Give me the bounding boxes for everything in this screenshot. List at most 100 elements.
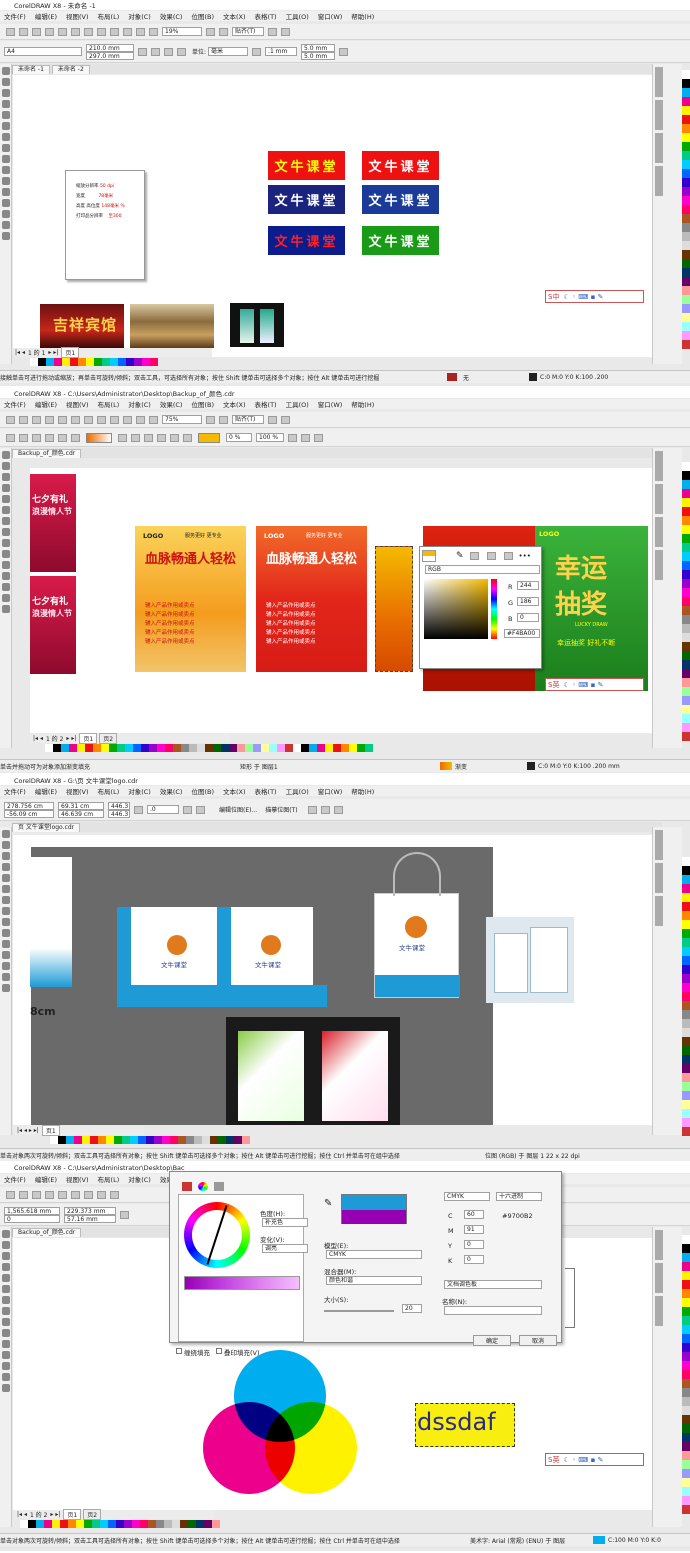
palette-swatch[interactable] [221,744,229,752]
palette-swatch[interactable] [682,205,690,214]
palette-swatch[interactable] [682,1307,690,1316]
tab-doc[interactable]: Backup_of_颜色.cdr [12,1228,82,1237]
palette-swatch[interactable] [54,358,62,366]
palette-swatch[interactable] [682,1235,690,1244]
menu-item[interactable]: 文本(X) [223,11,246,21]
palette-swatch[interactable] [682,313,690,322]
import-icon[interactable] [136,415,145,424]
ellipse-tool-icon[interactable] [2,528,10,536]
palette-swatch[interactable] [124,1520,132,1528]
palette-swatch[interactable] [682,88,690,97]
eyedropper-icon[interactable]: ✎ [456,551,464,561]
palette-swatch[interactable] [682,552,690,561]
palette-swatch[interactable] [333,744,341,752]
line-tool-icon[interactable] [2,1340,10,1348]
drawing-canvas[interactable]: 缩放分辨率 50 dpi 宽度 78毫米 高度 高位度 148毫米 ％ 打印品分… [13,75,654,357]
pick-tool-icon[interactable] [2,67,10,75]
shadow-tool-icon[interactable] [2,572,10,580]
text-tool-icon[interactable] [2,166,10,174]
launch-icon[interactable] [281,27,290,36]
square-fill-icon[interactable] [157,433,166,442]
transparency-tool-icon[interactable] [2,583,10,591]
palette-swatch[interactable] [682,1370,690,1379]
palette-swatch[interactable] [682,133,690,142]
health-flyer-red[interactable]: LOGO 服务更好 更专业 血脉畅通人轻松 辅入产品作用或卖点 辅入产品作用或卖… [256,526,367,672]
logo-variant-yellow-on-red[interactable]: 文牛课堂 [268,151,345,180]
palette-swatch[interactable] [234,1136,242,1144]
width-field[interactable]: 69.31 cm [58,801,104,810]
palette-swatch[interactable] [181,744,189,752]
hex-field[interactable]: #F4BA00 [504,629,540,638]
drawing-canvas[interactable]: 8cm 文牛课堂 文牛课堂 文牛课堂 [13,835,656,1125]
palette-swatch[interactable] [140,1520,148,1528]
harmony-dropdown[interactable]: 补充色 [262,1218,308,1227]
shadow-tool-icon[interactable] [2,951,10,959]
zoom-tool-icon[interactable] [2,863,10,871]
ime-toolbar[interactable]: S英 ☾ ◦ ⌨ ▪ ✎ [545,678,644,691]
free-scale-icon[interactable] [301,433,310,442]
palette-swatch[interactable] [682,1028,690,1037]
search-icon[interactable] [123,415,132,424]
edit-bitmap-button[interactable]: 编辑位图(E)... [219,805,257,814]
copy-fill-icon[interactable] [183,433,192,442]
logo-variant-white-on-green[interactable]: 文牛课堂 [362,226,439,255]
palette-swatch[interactable] [682,241,690,250]
line-tool-icon[interactable] [2,940,10,948]
palette-swatch[interactable] [682,570,690,579]
c-field[interactable]: 60 [464,1210,484,1219]
palette-swatch[interactable] [194,1136,202,1144]
menu-item[interactable]: 文件(F) [4,786,26,796]
palette-swatch[interactable] [90,1136,98,1144]
palette-swatch[interactable] [682,1064,690,1073]
harmony-swatch-grid[interactable] [184,1276,300,1290]
save-icon[interactable] [32,415,41,424]
tab-models-icon[interactable] [182,1182,192,1191]
scale-y-field[interactable]: 446.3 [108,809,130,818]
palette-swatch[interactable] [68,1520,76,1528]
options-icon[interactable] [339,47,349,56]
palette-swatch[interactable] [682,295,690,304]
height-field[interactable]: 46.639 cm [58,809,104,818]
palette-swatch[interactable] [44,1520,52,1528]
palette-swatch[interactable] [109,744,117,752]
palette-swatch[interactable] [682,178,690,187]
linear-fill-icon[interactable] [118,433,127,442]
docker-tab[interactable] [655,863,663,893]
palette-swatch[interactable] [682,1271,690,1280]
palette-swatch[interactable] [682,642,690,651]
palette-swatch[interactable] [85,744,93,752]
page-size-dropdown[interactable]: A4 [4,47,82,56]
open-icon[interactable] [19,415,28,424]
polygon-tool-icon[interactable] [2,155,10,163]
rulers-icon[interactable] [219,27,228,36]
fill-tool-icon[interactable] [2,221,10,229]
crop-tool-icon[interactable] [2,852,10,860]
freehand-tool-icon[interactable] [2,874,10,882]
palette-swatch[interactable] [237,744,245,752]
palette-swatch[interactable] [682,1001,690,1010]
units-dropdown[interactable]: 毫米 [208,47,249,56]
palette-swatch[interactable] [126,358,134,366]
palette-swatch[interactable] [682,1253,690,1262]
packaging-box-1[interactable]: 文牛课堂 [117,907,231,1007]
palette-swatch[interactable] [132,1520,140,1528]
palette-swatch[interactable] [682,534,690,543]
palette-swatch[interactable] [682,597,690,606]
ime-toolbar[interactable]: S中 ☾ ◦ ⌨ ▪ ✎ [545,290,644,303]
palette-swatch[interactable] [148,1520,156,1528]
palette-swatch[interactable] [682,714,690,723]
yellow-circle[interactable] [265,1402,357,1494]
open-icon[interactable] [19,1190,28,1199]
size-field[interactable]: 20 [402,1304,422,1313]
y-position-field[interactable]: 0 [4,1214,60,1223]
color-model-dropdown[interactable]: RGB [425,565,540,574]
palette-swatch[interactable] [682,1037,690,1046]
palette-swatch[interactable] [682,1325,690,1334]
overprint-checkbox[interactable] [216,1348,222,1354]
menu-item[interactable]: 工具(O) [286,399,309,409]
palette-swatch[interactable] [682,1496,690,1505]
palette-swatch[interactable] [117,744,125,752]
palette-swatch[interactable] [53,744,61,752]
all-pages-icon[interactable] [164,47,173,56]
palette-swatch[interactable] [682,1397,690,1406]
